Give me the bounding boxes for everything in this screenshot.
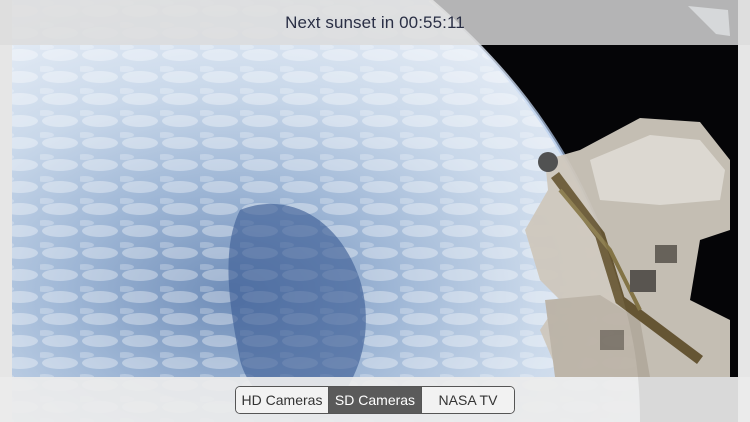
segment-sd-cameras[interactable]: SD Cameras (328, 386, 421, 413)
live-camera-feed (0, 0, 750, 422)
camera-source-segmented-control: HD Cameras SD Cameras NASA TV (235, 385, 515, 414)
segment-hd-cameras[interactable]: HD Cameras (236, 386, 328, 413)
next-sunset-countdown: Next sunset in 00:55:11 (285, 12, 465, 32)
left-letterbox (0, 0, 12, 422)
right-letterbox (738, 0, 750, 422)
segment-nasa-tv[interactable]: NASA TV (421, 386, 514, 413)
top-status-bar: Next sunset in 00:55:11 (0, 0, 750, 45)
bottom-toolbar: HD Cameras SD Cameras NASA TV (0, 377, 750, 422)
